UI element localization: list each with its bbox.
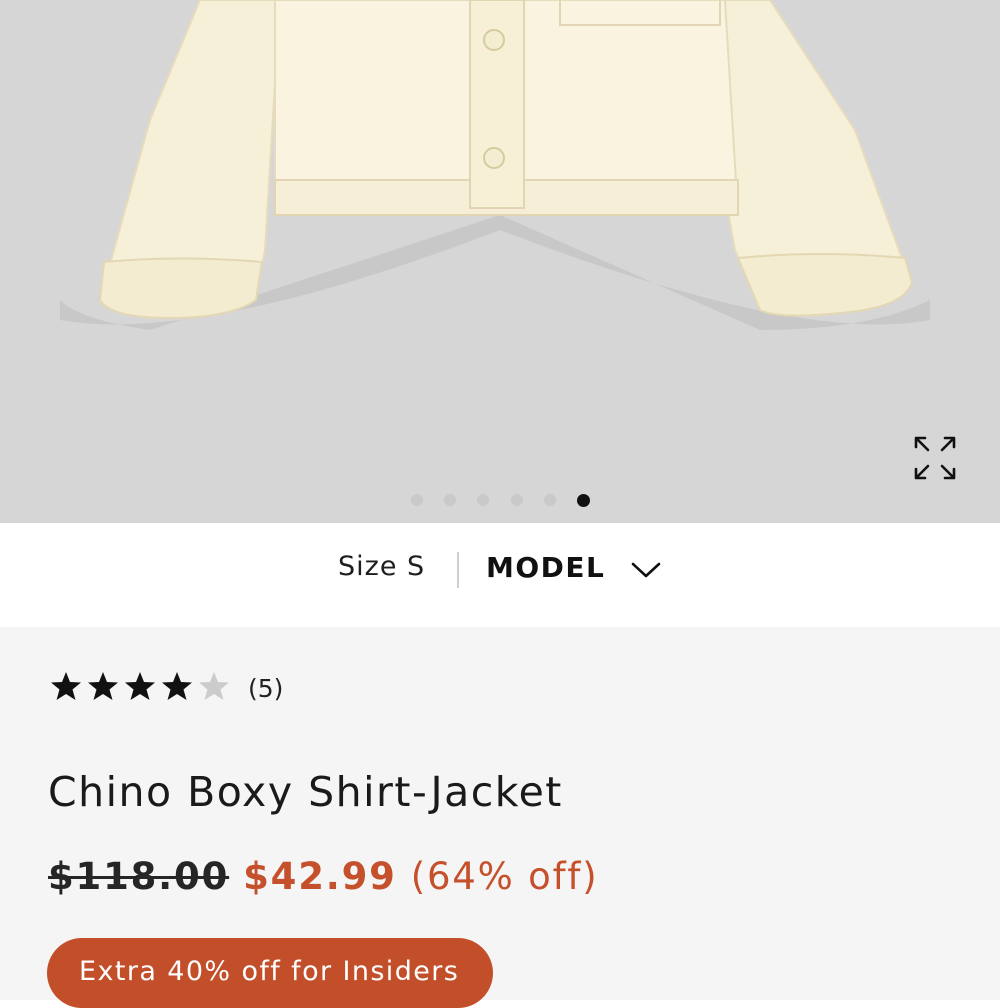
model-dropdown[interactable]: MODEL [486, 550, 676, 592]
expand-arrows-icon[interactable] [908, 432, 962, 484]
discount-percent: (64% off) [410, 855, 599, 898]
star-empty-icon [199, 672, 229, 700]
model-dropdown-label: MODEL [486, 551, 606, 584]
pagination-dot[interactable] [477, 494, 489, 506]
divider [457, 552, 459, 588]
product-photo [60, 0, 930, 330]
pagination-dot[interactable] [544, 494, 556, 506]
pagination-dot-active[interactable] [577, 494, 590, 507]
pagination-dot[interactable] [411, 494, 423, 506]
pagination-dot[interactable] [444, 494, 456, 506]
chevron-down-icon [631, 562, 661, 578]
sale-price: $42.99 [243, 855, 397, 898]
product-image-gallery[interactable] [0, 0, 1000, 523]
star-filled-icon [51, 672, 81, 700]
star-filled-icon [125, 672, 155, 700]
original-price: $118.00 [48, 855, 230, 898]
rating-summary[interactable]: (5) [50, 670, 310, 706]
price-row: $118.00 $42.99 (64% off) [48, 855, 598, 905]
insider-promo-label: Extra 40% off for Insiders [79, 956, 460, 987]
star-filled-icon [88, 672, 118, 700]
product-title: Chino Boxy Shirt-Jacket [48, 768, 563, 816]
pagination-dot[interactable] [511, 494, 523, 506]
star-filled-icon [162, 672, 192, 700]
model-size-label: Size S [338, 551, 426, 582]
review-count[interactable]: (5) [248, 674, 283, 703]
insider-promo-button[interactable]: Extra 40% off for Insiders [47, 938, 493, 1008]
gallery-pagination [0, 494, 1000, 508]
